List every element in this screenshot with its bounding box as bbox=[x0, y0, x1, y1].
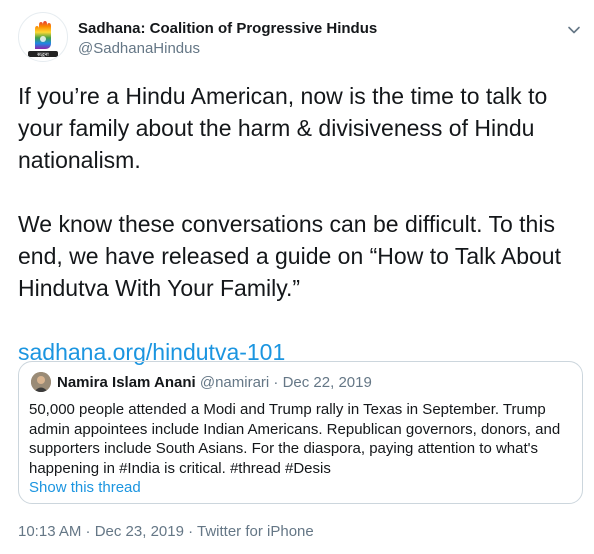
quoted-header: Namira Islam Anani @namirari · Dec 22, 2… bbox=[57, 374, 372, 391]
quoted-author-name: Namira Islam Anani bbox=[57, 374, 196, 391]
quoted-author-avatar bbox=[31, 372, 51, 392]
tweet-timestamp-source[interactable]: 10:13 AM · Dec 23, 2019 · Twitter for iP… bbox=[18, 523, 314, 540]
tweet-paragraph-2: We know these conversations can be diffi… bbox=[18, 211, 561, 301]
quoted-author-handle: @namirari bbox=[199, 374, 270, 391]
tweet-text: If you’re a Hindu American, now is the t… bbox=[18, 80, 578, 368]
author-handle[interactable]: @SadhanaHindus bbox=[78, 40, 200, 57]
quoted-date: Dec 22, 2019 bbox=[282, 374, 372, 391]
author-avatar[interactable]: सद्धना bbox=[18, 12, 68, 62]
quoted-text: 50,000 people attended a Modi and Trump … bbox=[29, 401, 561, 477]
quoted-separator: · bbox=[269, 374, 283, 391]
rainbow-hand-logo: सद्धना bbox=[28, 21, 58, 58]
avatar-text: सद्धना bbox=[37, 52, 49, 58]
chevron-down-icon[interactable] bbox=[566, 22, 582, 38]
tweet-card: सद्धना Sadhana: Coalition of Progressive… bbox=[0, 0, 594, 554]
show-thread-link[interactable]: Show this thread bbox=[29, 479, 141, 496]
quoted-tweet[interactable]: Namira Islam Anani @namirari · Dec 22, 2… bbox=[18, 361, 583, 504]
author-name[interactable]: Sadhana: Coalition of Progressive Hindus bbox=[78, 20, 377, 37]
tweet-paragraph-1: If you’re a Hindu American, now is the t… bbox=[18, 83, 548, 173]
